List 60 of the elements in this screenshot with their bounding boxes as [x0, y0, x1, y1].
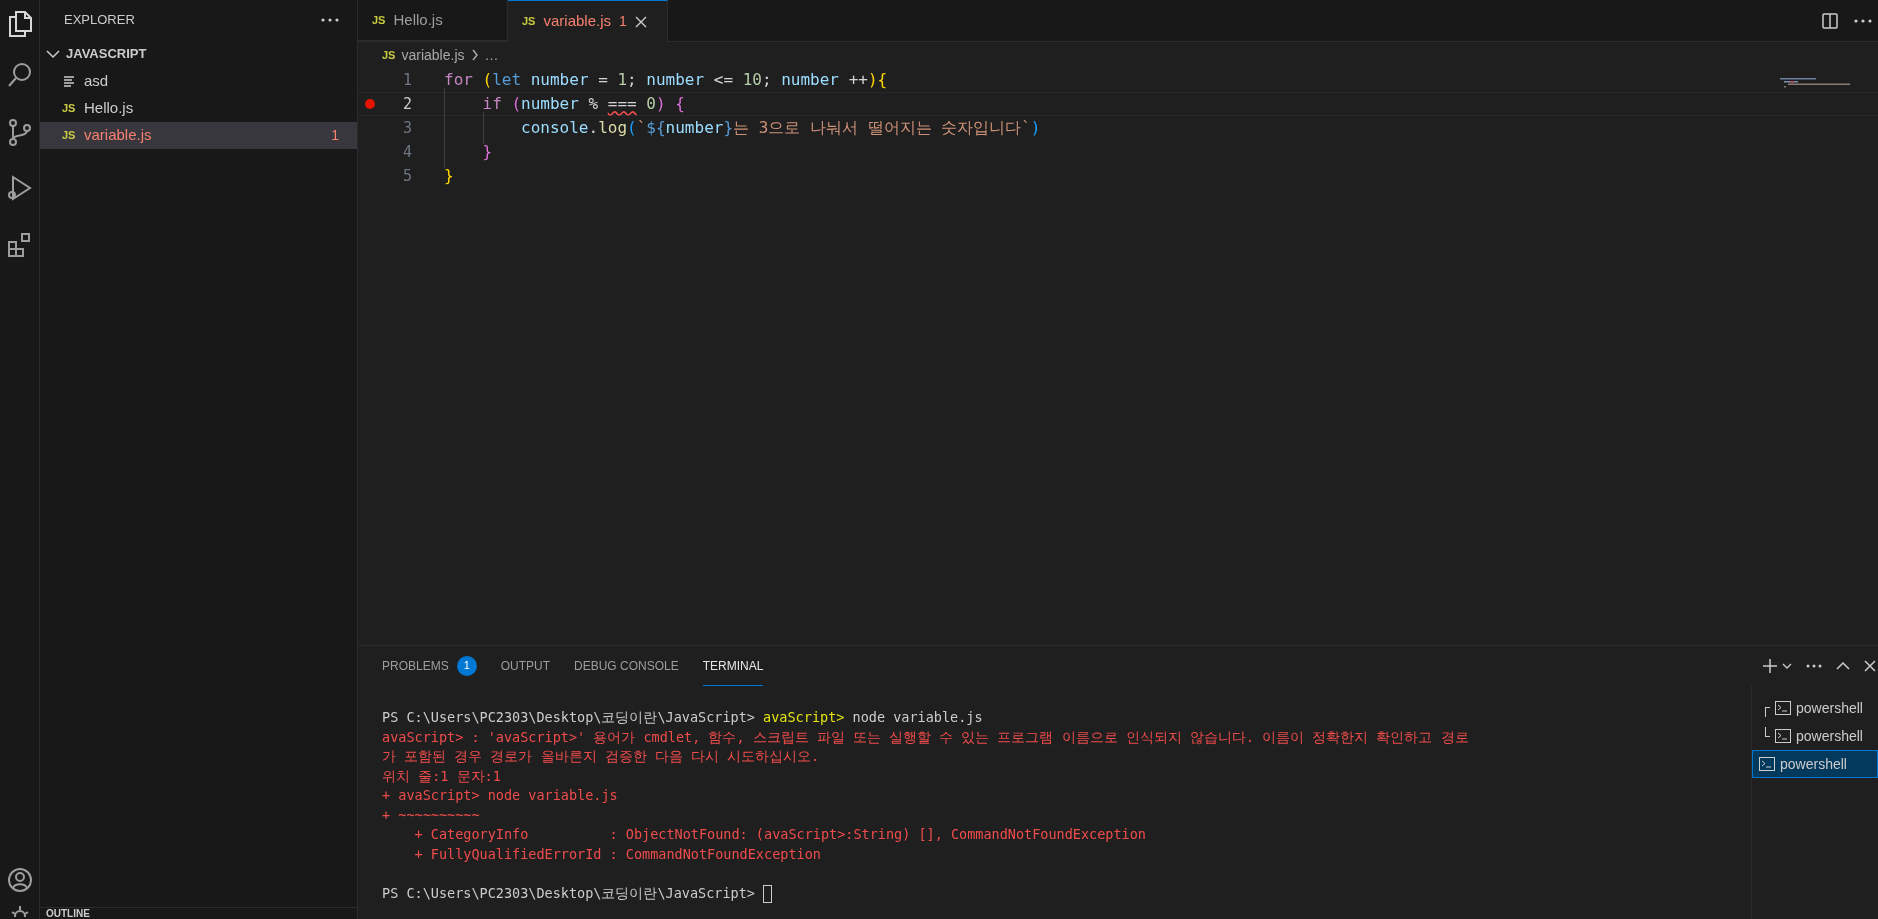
terminal-icon — [1759, 757, 1775, 771]
close-icon[interactable] — [1864, 660, 1876, 672]
plus-icon[interactable] — [1762, 658, 1778, 674]
terminal-line: PS C:\Users\PC2303\Desktop\코딩이란\JavaScript> avaScript> node variable.js — [382, 708, 983, 727]
chevron-down-icon[interactable] — [1782, 662, 1792, 670]
code-line: for (let number = 1; number <= 10; number ++){ — [444, 69, 888, 91]
terminal-item[interactable]: powershell — [1752, 750, 1878, 778]
terminal-line: + CategoryInfo : ObjectNotFound: (avaScript>:String) [], CommandNotFoundException — [413, 825, 1146, 844]
more-actions-icon[interactable] — [1806, 664, 1822, 668]
line-number: 1 — [401, 69, 412, 91]
file-item[interactable]: asd — [40, 68, 357, 95]
source-control-icon[interactable] — [6, 118, 33, 146]
error-count: 1 — [331, 126, 339, 145]
extensions-icon[interactable] — [6, 232, 33, 258]
chevron-up-icon[interactable] — [1836, 661, 1850, 671]
line-number: 5 — [401, 165, 412, 187]
editor-tab[interactable]: JS variable.js 1 — [508, 0, 668, 42]
file-item[interactable]: JS Hello.js — [40, 95, 357, 122]
js-file-icon: JS — [62, 100, 78, 117]
line-number: 4 — [401, 141, 412, 163]
search-icon[interactable] — [6, 62, 33, 88]
close-icon[interactable] — [634, 15, 647, 28]
breadcrumb-item[interactable]: variable.js — [401, 44, 465, 66]
more-actions-icon[interactable] — [1854, 18, 1872, 23]
terminal-line: 가 포함된 경우 경로가 올바른지 검증한 다음 다시 시도하십시오. — [382, 747, 820, 766]
line-number: 3 — [401, 117, 412, 139]
terminal-item[interactable]: powershell — [1752, 694, 1878, 722]
terminal-icon — [1775, 701, 1791, 715]
terminal-line: + ~~~~~~~~~~ — [382, 805, 480, 825]
files-icon[interactable] — [6, 10, 33, 38]
split-editor-icon[interactable] — [1822, 12, 1838, 29]
terminal-line: + avaScript> node variable.js — [382, 786, 618, 805]
account-icon[interactable] — [6, 867, 33, 893]
count-badge: 1 — [456, 655, 477, 676]
text-file-icon — [63, 75, 77, 88]
more-actions-icon[interactable] — [321, 18, 339, 22]
minimap-drawing — [1780, 78, 1850, 88]
panel-tab[interactable]: DEBUG CONSOLE — [574, 646, 679, 686]
file-item[interactable]: JS variable.js 1 — [40, 122, 357, 149]
editor-tab[interactable]: JS Hello.js — [358, 0, 508, 41]
terminal-line: PS C:\Users\PC2303\Desktop\코딩이란\JavaScript> — [382, 883, 756, 903]
breadcrumb-item[interactable]: … — [484, 44, 499, 66]
sidebar-title: EXPLORER — [64, 11, 135, 30]
chevron-down-icon — [46, 49, 60, 59]
run-debug-icon[interactable] — [6, 174, 33, 202]
terminal-icon — [1775, 729, 1791, 743]
code-line: } — [444, 165, 454, 187]
terminal-line: + FullyQualifiedErrorId : CommandNotFoundException — [413, 844, 821, 864]
panel-tab[interactable]: PROBLEMS 1 — [382, 646, 477, 686]
folder-header[interactable]: JAVASCRIPT — [40, 40, 357, 68]
terminal-line: 위치 줄:1 문자:1 — [382, 766, 501, 786]
terminal-line: avaScript> : 'avaScript>' 용어가 cmdlet, 함수, 스크립트 파일 또는 실행할 수 있는 프로그램 이름으로 인식되지 않습니다. 이름이 정확한지 확인하고 경로 — [382, 727, 1469, 747]
js-file-icon: JS — [382, 46, 396, 64]
line-number: 2 — [401, 93, 412, 115]
section-header[interactable]: OUTLINE — [46, 908, 90, 919]
chevron-right-icon — [470, 49, 479, 61]
terminal-item[interactable]: powershell — [1752, 722, 1878, 750]
panel-tab[interactable]: OUTPUT — [500, 646, 551, 686]
js-file-icon: JS — [62, 127, 78, 144]
panel-tab[interactable]: TERMINAL — [702, 646, 764, 686]
